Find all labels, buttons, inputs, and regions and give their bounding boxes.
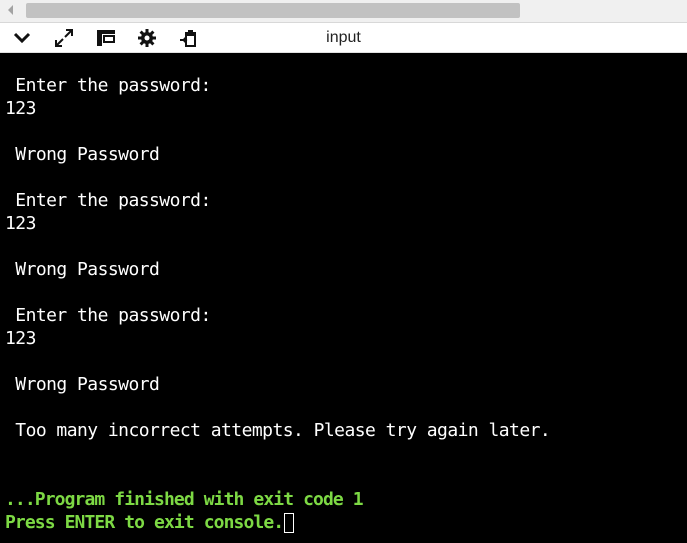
scrollbar-thumb[interactable] (26, 3, 520, 18)
exit-prompt-line: Press ENTER to exit console. (5, 512, 295, 534)
scroll-left-icon[interactable] (8, 5, 13, 15)
exit-prompt-text: Press ENTER to exit console. (5, 512, 284, 533)
console-line: Enter the password: (5, 75, 211, 96)
console-toolbar: input (0, 23, 687, 53)
console-line: Enter the password: (5, 305, 211, 326)
console-line: Too many incorrect attempts. Please try … (5, 420, 551, 441)
console-output[interactable]: Enter the password: 123 Wrong Password E… (0, 53, 687, 543)
console-line: 123 (5, 328, 36, 349)
console-line: Wrong Password (5, 144, 160, 165)
console-line: Wrong Password (5, 374, 160, 395)
console-line: Enter the password: (5, 190, 211, 211)
console-title: input (326, 29, 361, 46)
exit-status-line: ...Program finished with exit code 1 (5, 489, 364, 510)
horizontal-scrollbar[interactable] (0, 0, 687, 23)
console-line: 123 (5, 213, 36, 234)
text-cursor[interactable] (284, 513, 295, 533)
console-line: 123 (5, 98, 36, 119)
console-line: Wrong Password (5, 259, 160, 280)
